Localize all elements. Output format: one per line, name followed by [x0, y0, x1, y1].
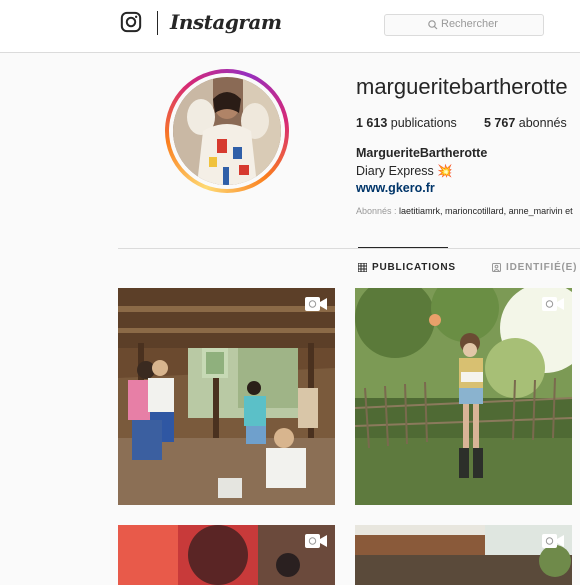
- instagram-wordmark[interactable]: Instagram: [170, 10, 282, 34]
- post-thumbnail[interactable]: [355, 288, 572, 505]
- posts-count: 1 613: [356, 116, 388, 130]
- search-input[interactable]: [441, 16, 537, 32]
- followed-by-line[interactable]: Abonnés : laetitiamrk, marioncotillard, …: [356, 206, 573, 216]
- video-icon: [305, 297, 327, 311]
- avatar: [173, 77, 281, 185]
- top-nav-bar: Instagram: [0, 0, 580, 53]
- instagram-glyph-icon[interactable]: [120, 11, 142, 33]
- profile-bio: Diary Express 💥: [356, 164, 453, 178]
- followers-label: abonnés: [518, 116, 567, 130]
- search-icon: [428, 20, 438, 30]
- logo-divider: [157, 11, 158, 35]
- tab-publications-label: PUBLICATIONS: [372, 262, 456, 273]
- video-icon: [305, 534, 327, 548]
- search-box[interactable]: [384, 14, 544, 36]
- grid-icon: [357, 262, 368, 273]
- profile-full-name: MargueriteBartherotte: [356, 146, 488, 160]
- followed-by-label: Abonnés :: [356, 206, 397, 216]
- tab-tagged-label: IDENTIFIÉ(E): [506, 262, 578, 273]
- video-icon: [542, 534, 564, 548]
- post-thumbnail[interactable]: [355, 525, 572, 585]
- video-icon: [542, 297, 564, 311]
- post-thumbnail[interactable]: [118, 525, 335, 585]
- profile-username: margueritebartherotte: [356, 74, 568, 99]
- posts-count-stat: 1 613 publications: [356, 116, 457, 130]
- active-tab-indicator: [358, 247, 448, 248]
- tab-publications[interactable]: PUBLICATIONS: [357, 262, 456, 273]
- profile-website-link[interactable]: www.gkero.fr: [356, 181, 435, 195]
- followers-count: 5 767: [484, 116, 516, 130]
- post-thumbnail[interactable]: [118, 288, 335, 505]
- profile-avatar-ring[interactable]: [165, 69, 289, 193]
- followers-count-stat[interactable]: 5 767 abonnés: [484, 116, 567, 130]
- followed-by-names: laetitiamrk, marioncotillard, anne_mariv…: [399, 206, 573, 216]
- tagged-icon: [492, 263, 501, 272]
- posts-label: publications: [390, 116, 457, 130]
- tab-tagged[interactable]: IDENTIFIÉ(E): [492, 262, 577, 273]
- tabs-separator: [118, 248, 580, 249]
